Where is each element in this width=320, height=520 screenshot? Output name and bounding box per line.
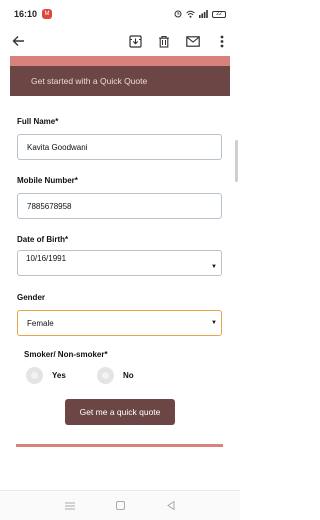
arrow-left-icon[interactable]	[10, 33, 26, 49]
radio-yes-label: Yes	[52, 371, 66, 380]
radio-no[interactable]	[97, 367, 114, 384]
mobile-input[interactable]: 7885678958	[17, 193, 222, 219]
alarm-icon	[174, 10, 182, 18]
notification-icon: M	[42, 9, 53, 19]
app-bar	[0, 28, 240, 54]
gender-label: Gender	[17, 293, 46, 302]
battery-icon: 22	[212, 10, 226, 18]
radio-yes-dot	[31, 372, 38, 379]
system-nav-bar	[0, 490, 240, 520]
archive-icon[interactable]	[127, 33, 143, 49]
dob-label: Date of Birth*	[17, 235, 69, 244]
smoker-label: Smoker/ Non-smoker*	[24, 350, 108, 359]
banner-text: Get started with a Quick Quote	[31, 76, 148, 86]
full-name-input[interactable]: Kavita Goodwani	[17, 134, 222, 160]
mobile-label: Mobile Number*	[17, 176, 78, 185]
mobile-value: 7885678958	[27, 201, 72, 211]
status-icons: 22	[174, 10, 226, 18]
radio-no-label: No	[123, 371, 134, 380]
trash-icon[interactable]	[156, 33, 172, 49]
dob-select[interactable]: 10/16/1991 ▼	[17, 250, 222, 276]
smoker-yes-option[interactable]: Yes	[26, 367, 66, 384]
section-divider	[16, 444, 223, 447]
dob-dropdown-icon: ▼	[211, 263, 217, 270]
quick-quote-banner: Get started with a Quick Quote	[10, 66, 230, 96]
smoker-no-option[interactable]: No	[97, 367, 134, 384]
wifi-icon	[186, 10, 195, 18]
status-time: 16:10	[14, 9, 38, 19]
full-name-value: Kavita Goodwani	[27, 142, 88, 152]
mail-icon[interactable]	[185, 33, 201, 49]
back-icon[interactable]	[167, 497, 175, 515]
gender-value: Female	[27, 318, 54, 328]
menu-icon[interactable]	[64, 497, 75, 515]
banner-accent	[10, 56, 230, 66]
radio-yes[interactable]	[26, 367, 43, 384]
status-bar: 16:10 M 22	[0, 0, 240, 28]
scrollbar[interactable]	[235, 140, 238, 182]
signal-icon	[199, 10, 208, 18]
quick-quote-button[interactable]: Get me a quick quote	[65, 399, 175, 425]
home-icon[interactable]	[116, 497, 126, 515]
full-name-label: Full Name*	[17, 117, 59, 126]
dob-value: 10/16/1991	[26, 254, 67, 263]
gender-select[interactable]: Female ▼	[17, 310, 222, 336]
more-vert-icon[interactable]	[214, 33, 230, 49]
radio-no-dot	[102, 372, 109, 379]
gender-dropdown-icon: ▼	[211, 320, 217, 326]
